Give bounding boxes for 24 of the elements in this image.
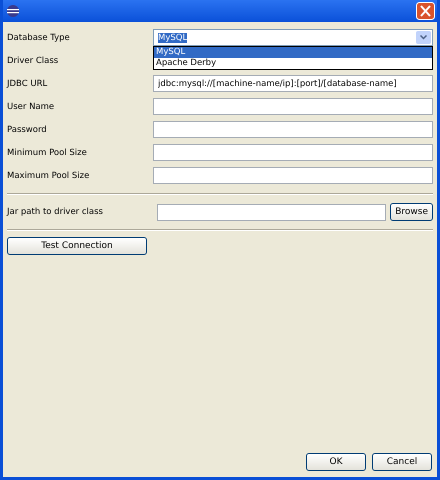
text-field[interactable]: jdbc:mysql://[machine-name/ip]:[port]/[database-name] (153, 75, 433, 92)
database-type-dropdown[interactable]: MySQL (153, 29, 433, 46)
field-label: Driver Class (7, 56, 60, 66)
text-field[interactable] (153, 144, 433, 161)
test-connection-button[interactable]: Test Connection (7, 237, 147, 255)
text-field[interactable] (153, 121, 433, 138)
field-label: Jar path to driver class (7, 207, 104, 217)
app-icon (6, 4, 20, 18)
field-label: Minimum Pool Size (7, 148, 88, 158)
text-field[interactable] (153, 98, 433, 115)
chevron-down-icon[interactable] (416, 31, 431, 44)
dropdown-value: MySQL (158, 32, 188, 42)
dialog-button[interactable]: Cancel (372, 453, 432, 471)
field-label: JDBC URL (7, 78, 48, 88)
browse-button[interactable]: Browse (390, 203, 433, 221)
dialog-button[interactable]: OK (306, 453, 366, 471)
field-label: Database Type (7, 32, 71, 42)
jar-path-field[interactable] (157, 204, 386, 220)
field-label: Password (7, 124, 48, 134)
dropdown-option[interactable]: MySQL (154, 47, 432, 58)
close-icon[interactable] (416, 2, 435, 20)
text-field[interactable] (153, 167, 433, 184)
field-label: Maximum Pool Size (7, 170, 90, 180)
field-label: User Name (7, 102, 56, 112)
